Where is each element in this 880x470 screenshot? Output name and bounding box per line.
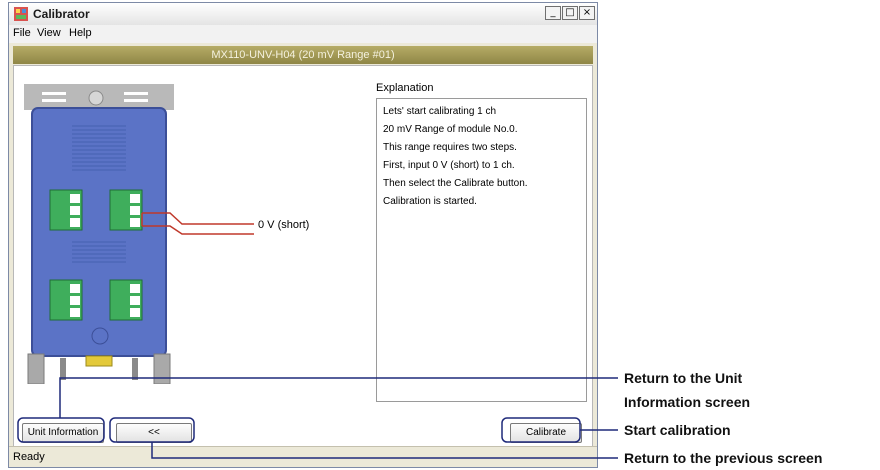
calibrate-button[interactable]: Calibrate	[510, 423, 582, 443]
explanation-line: This range requires two steps.	[383, 142, 517, 153]
status-bar: Ready	[9, 446, 597, 467]
minimize-button[interactable]: _	[545, 6, 561, 20]
explanation-line: First, input 0 V (short) to 1 ch.	[383, 160, 515, 171]
wire-label: 0 V (short)	[258, 219, 310, 231]
menu-bar: File View Help	[9, 25, 597, 43]
main-panel: 0 V (short) Explanation Lets' start cali…	[13, 65, 593, 447]
explanation-line: Calibration is started.	[383, 196, 477, 207]
explanation-line: Then select the Calibrate button.	[383, 178, 528, 189]
callout-unit-info-line1: Return to the Unit	[624, 370, 743, 386]
back-button[interactable]: <<	[116, 423, 192, 443]
maximize-button[interactable]: □	[562, 6, 578, 20]
explanation-line: 20 mV Range of module No.0.	[383, 124, 518, 135]
explanation-box: Lets' start calibrating 1 ch 20 mV Range…	[376, 98, 587, 402]
window-title: Calibrator	[33, 7, 90, 21]
callout-back: Return to the previous screen	[624, 450, 823, 466]
explanation-label: Explanation	[376, 82, 434, 94]
module-header: MX110-UNV-H04 (20 mV Range #01)	[13, 46, 593, 64]
menu-view[interactable]: View	[37, 27, 61, 39]
status-text: Ready	[13, 451, 45, 463]
menu-help[interactable]: Help	[69, 27, 92, 39]
explanation-line: Lets' start calibrating 1 ch	[383, 106, 497, 117]
callout-calibrate: Start calibration	[624, 422, 731, 438]
close-button[interactable]: ×	[579, 6, 595, 20]
unit-information-button[interactable]: Unit Information	[22, 423, 104, 443]
calibrator-window: Calibrator _ □ × File View Help MX110-UN…	[8, 2, 598, 468]
callout-unit-info-line2: Information screen	[624, 394, 751, 410]
menu-file[interactable]: File	[13, 27, 31, 39]
wire-lines	[141, 212, 254, 235]
app-icon	[14, 7, 28, 21]
title-bar[interactable]: Calibrator _ □ ×	[9, 3, 597, 26]
